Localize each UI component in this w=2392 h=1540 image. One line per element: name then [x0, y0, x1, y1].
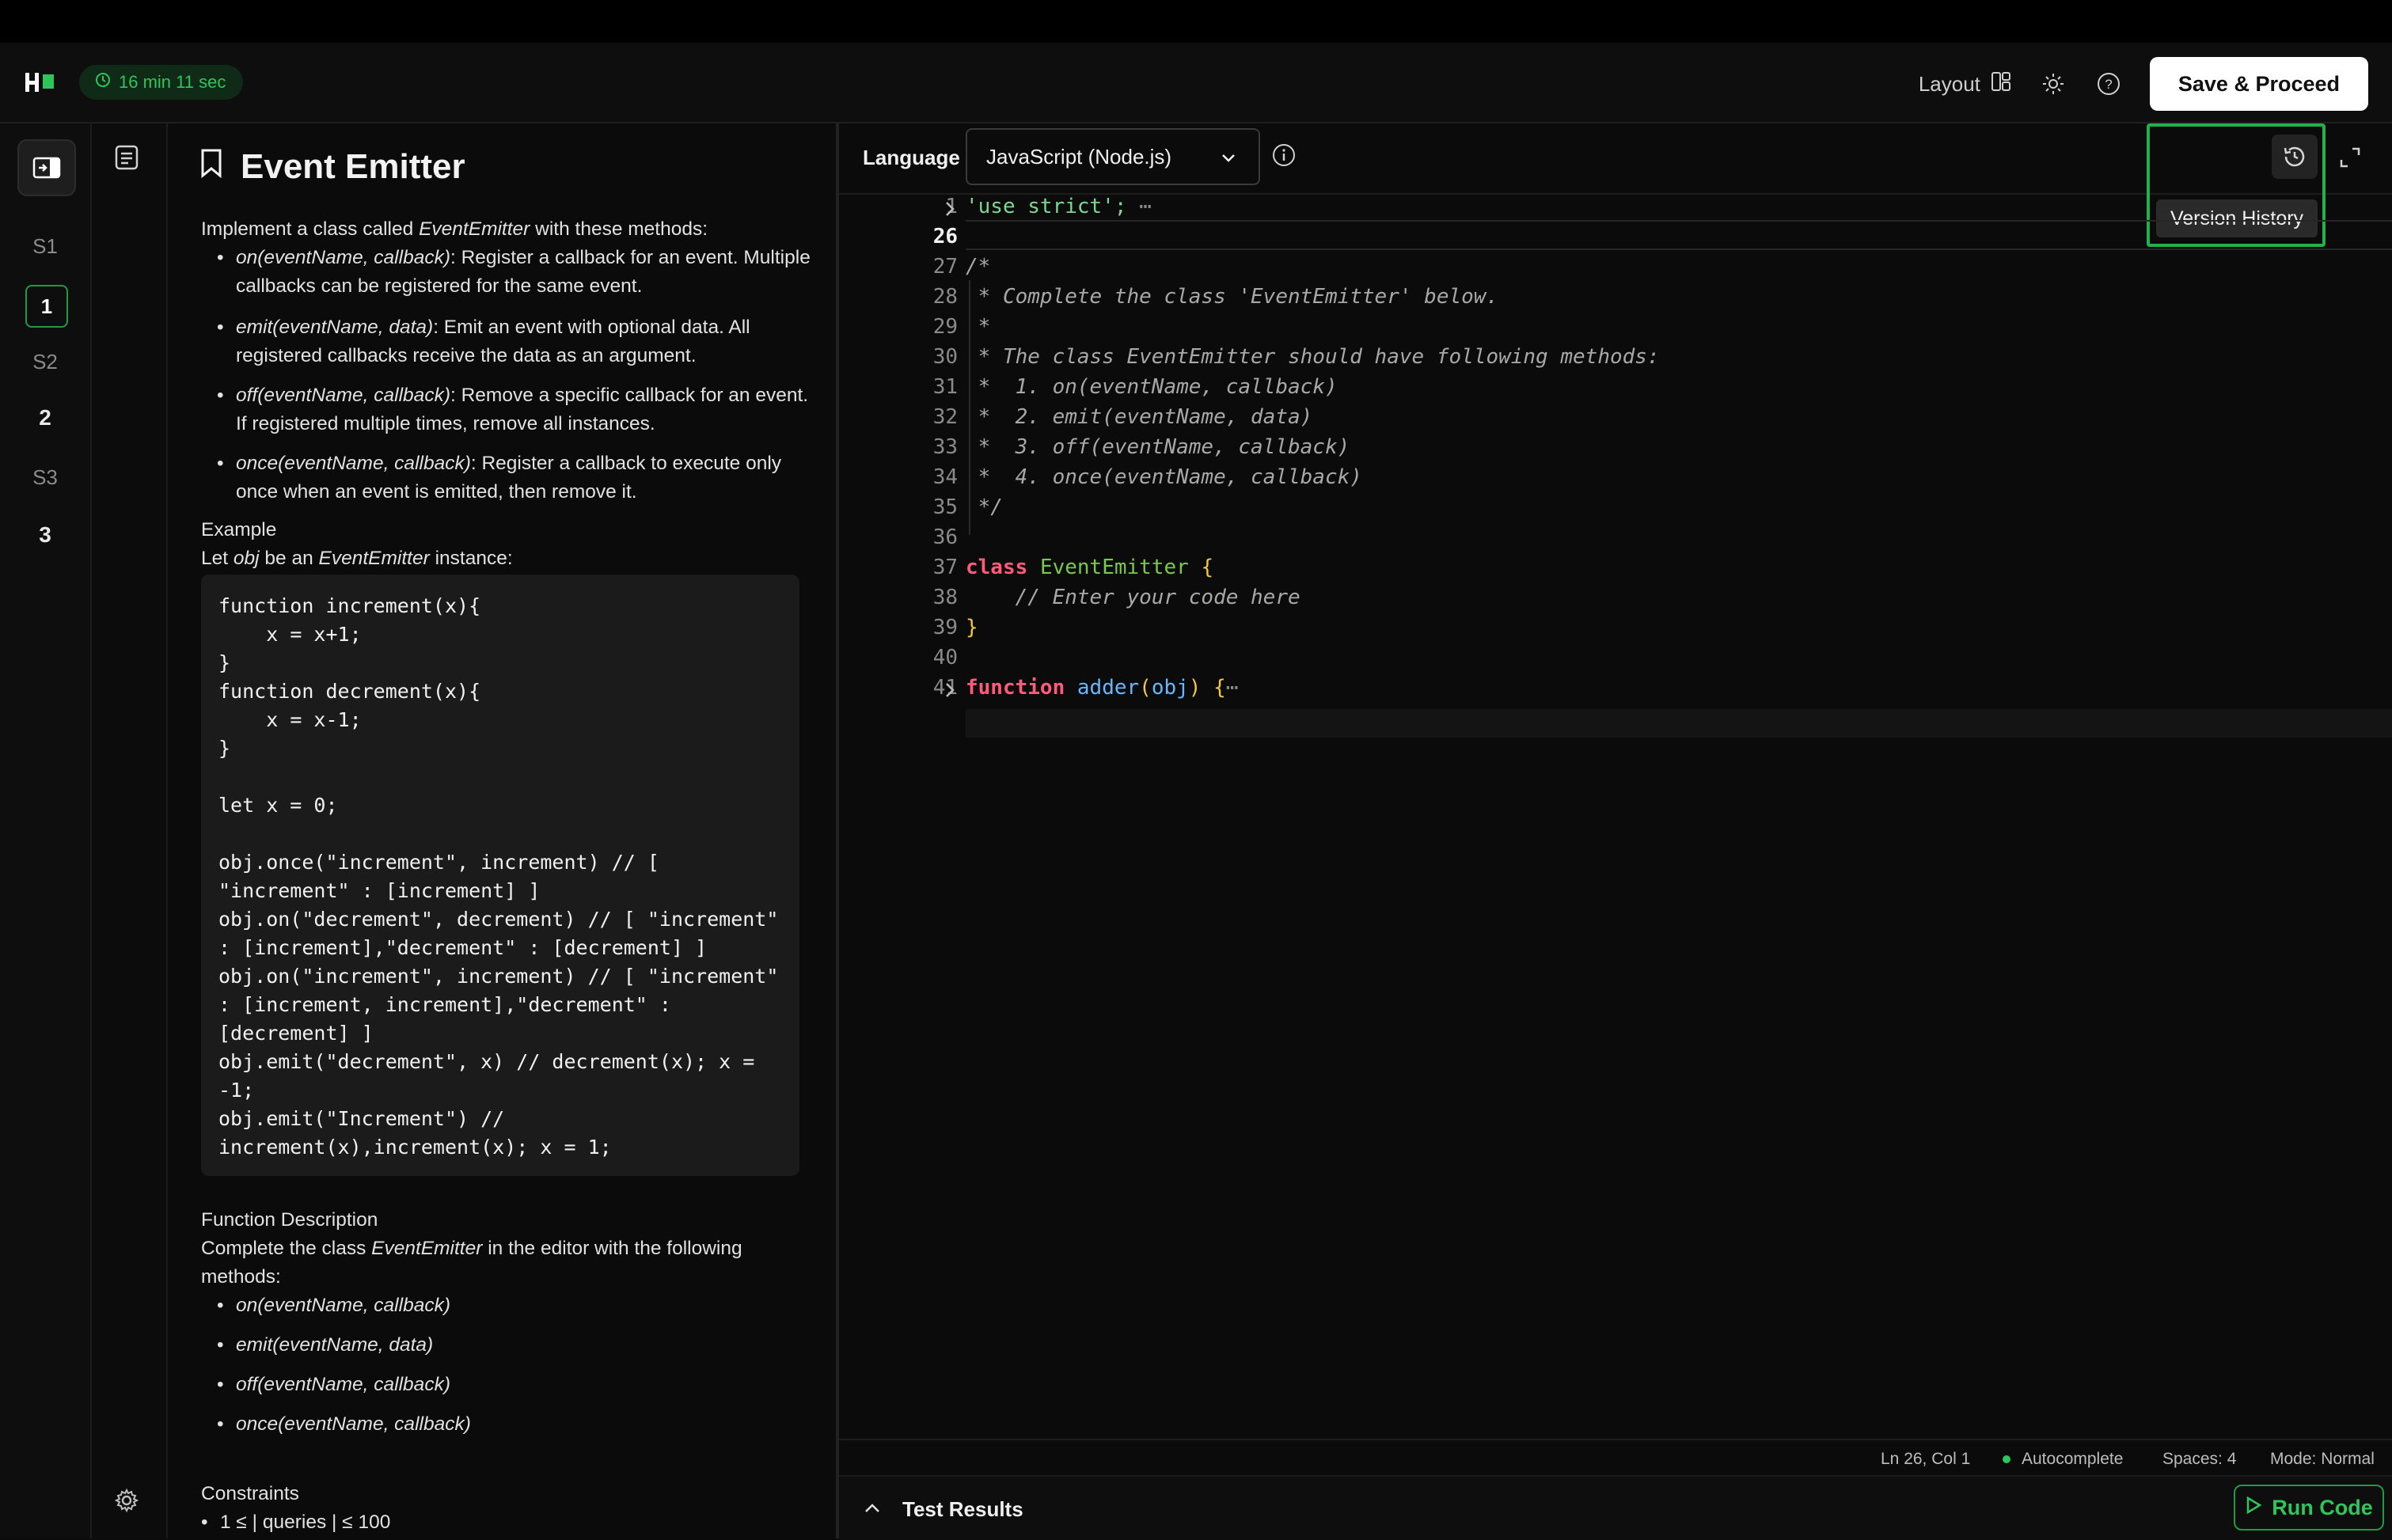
line-number: 31 — [932, 375, 958, 399]
section-label-s2: S2 — [32, 350, 58, 374]
top-header: 16 min 11 sec Layout ? Save & Proceed — [0, 43, 2392, 123]
language-label: Language — [863, 146, 960, 169]
method-item-emit: emit(eventName, data): Emit an event wit… — [217, 313, 822, 370]
question-rail: S1 1 S2 2 S3 3 — [0, 123, 92, 1538]
code-line: * 4. once(eventName, callback) — [966, 465, 1362, 489]
autocomplete-toggle[interactable]: Autocomplete — [2003, 1450, 2123, 1469]
section-label-s3: S3 — [32, 465, 58, 489]
code-line: // Enter your code here — [966, 586, 1300, 609]
constraints-heading: Constraints — [201, 1483, 299, 1504]
code-line: * 2. emit(eventName, data) — [966, 405, 1313, 429]
secondary-rail — [92, 123, 168, 1538]
constraint-item: 1 ≤ | queries | ≤ 100 — [201, 1508, 806, 1537]
line-number: 38 — [932, 586, 958, 609]
editor-mode[interactable]: Mode: Normal — [2270, 1450, 2375, 1469]
code-line: 'use strict'; ⋯ — [966, 195, 1152, 218]
line-number: 28 — [932, 285, 958, 309]
play-icon — [2245, 1496, 2262, 1520]
line-number: 27 — [932, 255, 958, 279]
timer-text: 16 min 11 sec — [119, 72, 226, 92]
problem-panel: Event Emitter Implement a class called E… — [168, 123, 834, 1538]
spaces-setting[interactable]: Spaces: 4 — [2162, 1450, 2236, 1469]
code-line: * 3. off(eventName, callback) — [966, 435, 1350, 459]
example-code: function increment(x){ x = x+1; } functi… — [218, 594, 779, 1159]
layout-button[interactable]: Layout — [1919, 70, 2012, 98]
editor-toolbar: Language JavaScript (Node.js) Version Hi… — [839, 123, 2392, 247]
func-list-item: emit(eventName, data) — [217, 1331, 822, 1360]
code-line: * — [966, 315, 991, 339]
problem-intro: Implement a class called EventEmitter wi… — [201, 218, 708, 240]
folded-line-highlight — [966, 709, 2392, 738]
line-number: 32 — [932, 405, 958, 429]
window-top-strip — [0, 0, 2392, 43]
func-list-item: once(eventName, callback) — [217, 1410, 822, 1439]
clock-icon — [95, 72, 111, 93]
fold-chevron-icon[interactable] — [942, 681, 958, 704]
method-item-once: once(eventName, callback): Register a ca… — [217, 449, 822, 506]
question-1-button[interactable]: 1 — [25, 285, 68, 328]
example-heading: Example — [201, 519, 277, 541]
code-line: * Complete the class 'EventEmitter' belo… — [966, 285, 1499, 309]
bookmark-icon[interactable] — [199, 147, 223, 187]
function-description-heading: Function Description — [201, 1209, 378, 1231]
chevron-down-icon — [1219, 149, 1238, 173]
language-value: JavaScript (Node.js) — [986, 144, 1172, 169]
line-number: 39 — [932, 616, 958, 639]
func-list-item: off(eventName, callback) — [217, 1371, 822, 1399]
line-number: 33 — [932, 435, 958, 459]
help-icon[interactable]: ? — [2094, 70, 2123, 98]
code-line: } — [966, 616, 978, 639]
expand-icon[interactable] — [2338, 146, 2362, 173]
layout-icon — [1990, 70, 2012, 98]
code-line: /* — [966, 255, 991, 279]
code-editor-panel: Language JavaScript (Node.js) Version Hi… — [836, 123, 2392, 1540]
collapse-panel-button[interactable] — [17, 139, 76, 196]
status-dot-icon — [2003, 1455, 2010, 1464]
cursor-position: Ln 26, Col 1 — [1881, 1450, 1971, 1468]
question-3-button[interactable]: 3 — [0, 522, 90, 548]
fold-chevron-icon[interactable] — [942, 199, 958, 222]
code-line: class EventEmitter { — [966, 556, 1214, 579]
test-results-bar: Test Results Run Code — [839, 1475, 2392, 1540]
code-line: */ — [966, 495, 1003, 519]
settings-gear-icon[interactable] — [114, 1488, 139, 1517]
code-line: * 1. on(eventName, callback) — [966, 375, 1338, 399]
func-list-item: on(eventName, callback) — [217, 1292, 822, 1320]
language-select[interactable]: JavaScript (Node.js) — [966, 128, 1260, 185]
section-label-s1: S1 — [32, 234, 58, 258]
version-history-icon[interactable] — [2272, 135, 2318, 179]
save-proceed-button[interactable]: Save & Proceed — [2149, 57, 2368, 111]
run-code-button[interactable]: Run Code — [2234, 1485, 2384, 1531]
chevron-up-icon[interactable] — [863, 1500, 882, 1520]
theme-toggle-sun-icon[interactable] — [2039, 70, 2067, 98]
line-number: 40 — [932, 646, 958, 669]
line-number: 30 — [932, 345, 958, 369]
current-line-highlight — [966, 220, 2392, 250]
example-code-block: function increment(x){ x = x+1; } functi… — [201, 575, 799, 1176]
problem-title-row: Event Emitter — [199, 147, 465, 187]
editor-status-bar: Ln 26, Col 1 Autocomplete Spaces: 4 Mode… — [839, 1439, 2392, 1477]
svg-text:?: ? — [2105, 77, 2112, 92]
line-number: 29 — [932, 315, 958, 339]
timer-badge: 16 min 11 sec — [79, 65, 244, 100]
layout-label: Layout — [1918, 71, 1980, 96]
line-number: 34 — [932, 465, 958, 489]
line-number: 35 — [932, 495, 958, 519]
document-icon[interactable] — [114, 144, 139, 175]
method-item-on: on(eventName, callback): Register a call… — [217, 244, 822, 301]
line-number: 37 — [932, 556, 958, 579]
test-results-toggle[interactable]: Test Results — [902, 1497, 1023, 1522]
example-intro: Let obj be an EventEmitter instance: — [201, 548, 513, 569]
function-description-text: Complete the class EventEmitter in the e… — [201, 1238, 742, 1288]
method-item-off: off(eventName, callback): Remove a speci… — [217, 381, 822, 438]
question-2-button[interactable]: 2 — [0, 405, 90, 431]
code-line: * The class EventEmitter should have fol… — [966, 345, 1660, 369]
problem-title: Event Emitter — [241, 147, 465, 186]
info-icon[interactable] — [1271, 142, 1297, 172]
code-line: function adder(obj) {⋯ — [966, 676, 1239, 700]
hackerrank-logo — [25, 71, 57, 95]
line-number: 36 — [932, 525, 958, 549]
line-number: 26 — [932, 225, 958, 248]
